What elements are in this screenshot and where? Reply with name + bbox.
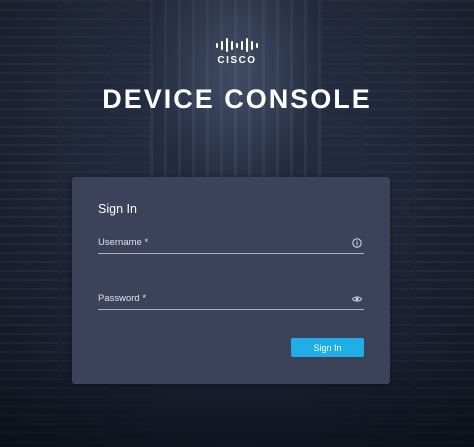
background-scene: CISCO DEVICE CONSOLE Sign In Username * … [0,0,474,447]
cisco-bars-icon [216,38,258,52]
sign-in-card: Sign In Username * Password * Sign In [72,177,390,384]
username-input[interactable] [98,233,338,253]
sign-in-button[interactable]: Sign In [291,338,364,357]
password-input[interactable] [98,289,338,309]
password-field[interactable]: Password * [98,289,364,310]
sign-in-heading: Sign In [98,202,137,216]
info-circle-icon[interactable] [352,238,362,248]
cisco-logo: CISCO [0,38,474,66]
page-title: DEVICE CONSOLE [102,84,372,114]
logo-text: CISCO [217,55,257,66]
eye-icon[interactable] [352,294,362,304]
username-field[interactable]: Username * [98,233,364,254]
